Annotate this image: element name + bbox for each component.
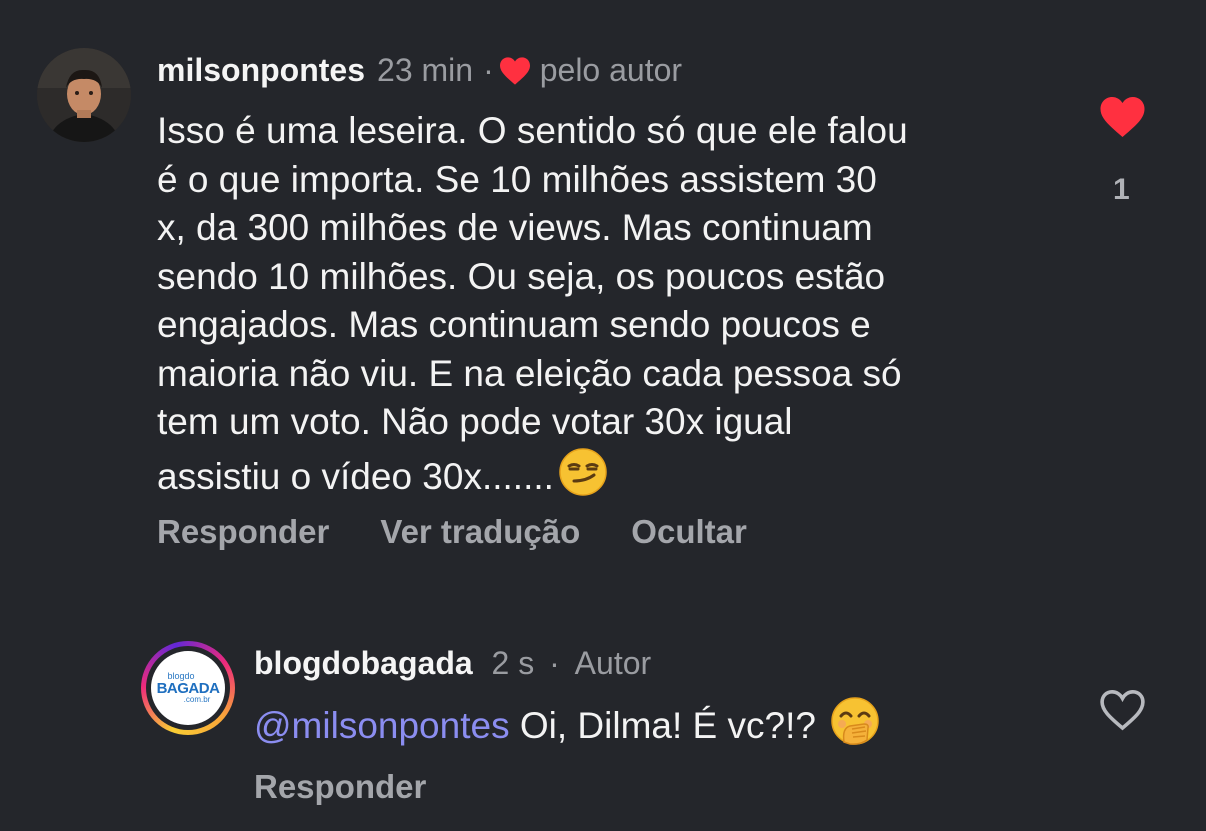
meta-separator: · [549, 645, 560, 681]
comment-username[interactable]: milsonpontes [157, 50, 365, 90]
avatar[interactable] [37, 48, 131, 142]
comment-text-content: Isso é uma leseira. O sentido só que ele… [157, 110, 908, 497]
face-with-hand-over-mouth-emoji-icon [830, 696, 880, 758]
comment-actions: Responder Ver tradução Ocultar [157, 513, 798, 551]
liked-by-author-label: pelo autor [539, 52, 683, 88]
comments-thread: milsonpontes 23 min · pelo autor Isso é … [0, 0, 1206, 831]
reply-button[interactable]: Responder [254, 768, 426, 806]
hide-button[interactable]: Ocultar [631, 513, 747, 551]
logo-domain-text: .com.br [183, 695, 211, 704]
reply-actions: Responder [254, 768, 426, 806]
author-badge: Autor [574, 645, 652, 681]
blog-logo: blogdo BAGADA .com.br [151, 651, 225, 725]
reply-time: 2 s [491, 645, 535, 681]
comment-time: 23 min [377, 52, 474, 88]
meta-separator: · [483, 52, 494, 88]
like-count[interactable]: 1 [1113, 173, 1130, 207]
logo-main-text: BAGADA [156, 680, 220, 697]
reply-text-content: Oi, Dilma! É vc?!? [509, 705, 827, 746]
reply-username[interactable]: blogdobagada [254, 645, 473, 681]
like-heart-outline-icon[interactable] [1098, 688, 1147, 732]
translate-button[interactable]: Ver tradução [380, 513, 580, 551]
reply-text: @milsonpontes Oi, Dilma! É vc?!? [254, 696, 880, 758]
comment-text: Isso é uma leseira. O sentido só que ele… [157, 107, 1057, 509]
reply-header: blogdobagada 2 s · Autor [254, 643, 651, 683]
reply-button[interactable]: Responder [157, 513, 329, 551]
smirking-face-emoji-icon [558, 447, 608, 510]
comment-header: milsonpontes 23 min · pelo autor [157, 50, 682, 90]
like-heart-filled-icon[interactable] [1098, 95, 1147, 139]
story-ring-avatar[interactable]: blogdo BAGADA .com.br [141, 641, 235, 735]
heart-icon [498, 55, 532, 85]
mention-link[interactable]: @milsonpontes [254, 705, 510, 746]
